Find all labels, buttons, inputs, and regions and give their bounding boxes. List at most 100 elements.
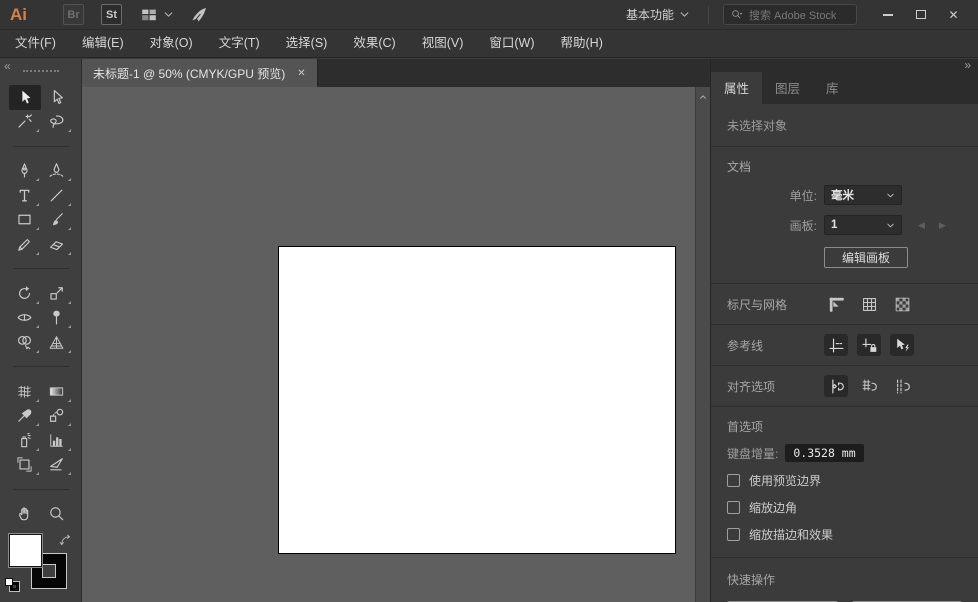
checkbox-2[interactable] xyxy=(727,528,740,541)
flyout-indicator xyxy=(68,129,71,132)
paintbrush-tool[interactable] xyxy=(41,208,73,233)
unit-select[interactable]: 毫米 xyxy=(824,185,902,205)
snap-to-point-button[interactable] xyxy=(824,375,848,397)
illustrator-window: Ai Br St 基本功能 搜索 Adobe Stock ✕ 文件(F)编辑(E… xyxy=(0,0,978,602)
panel-tab-2[interactable]: 库 xyxy=(813,72,852,104)
line-segment-tool[interactable] xyxy=(41,183,73,208)
search-placeholder: 搜索 Adobe Stock xyxy=(749,7,836,23)
default-fill-stroke-icon[interactable] xyxy=(5,578,21,592)
zoom-tool[interactable] xyxy=(41,502,73,527)
artboard-select[interactable]: 1 xyxy=(824,215,902,235)
vertical-scrollbar[interactable] xyxy=(695,87,710,602)
panel-tab-0[interactable]: 属性 xyxy=(711,72,762,104)
maximize-button[interactable] xyxy=(904,3,937,27)
scroll-up-icon[interactable] xyxy=(699,93,707,101)
workspace-switcher-icon[interactable] xyxy=(140,7,158,23)
show-grid-button[interactable] xyxy=(857,293,881,315)
pref-checkbox-row-0: 使用预览边界 xyxy=(727,472,962,489)
unit-label: 单位: xyxy=(727,187,817,204)
menubar-item-5[interactable]: 效果(C) xyxy=(340,30,408,57)
bridge-button[interactable]: Br xyxy=(63,4,84,25)
minimize-icon xyxy=(883,14,893,16)
transparency-grid-button[interactable] xyxy=(890,293,914,315)
lock-guides-button[interactable] xyxy=(857,334,881,356)
preferences-section: 首选项 键盘增量: 0.3528 mm 使用预览边界缩放边角缩放描边和效果 xyxy=(711,407,978,558)
pen-tool[interactable] xyxy=(9,159,41,184)
search-input[interactable]: 搜索 Adobe Stock xyxy=(723,4,857,25)
eraser-tool[interactable] xyxy=(41,232,73,257)
pencil-tool[interactable] xyxy=(9,232,41,257)
artboard[interactable] xyxy=(278,246,676,554)
slice-tool[interactable] xyxy=(41,453,73,478)
direct-selection-tool[interactable] xyxy=(41,85,73,110)
column-graph-tool[interactable] xyxy=(41,428,73,453)
close-tab-icon[interactable]: ✕ xyxy=(297,68,305,79)
mesh-tool[interactable] xyxy=(9,379,41,404)
panel-tab-1[interactable]: 图层 xyxy=(762,72,813,104)
smart-guides-button[interactable] xyxy=(890,334,914,356)
close-button[interactable]: ✕ xyxy=(937,3,970,27)
canvas[interactable] xyxy=(82,87,710,602)
magic-wand-tool[interactable] xyxy=(9,110,41,135)
type-tool[interactable] xyxy=(9,183,41,208)
gradient-tool[interactable] xyxy=(41,379,73,404)
symbol-sprayer-tool[interactable] xyxy=(9,428,41,453)
panel-tabstrip: » 属性图层库 xyxy=(711,59,978,104)
fill-swatch[interactable] xyxy=(9,534,42,567)
minimize-button[interactable] xyxy=(871,3,904,27)
curvature-tool[interactable] xyxy=(41,159,73,184)
collapse-tools-button[interactable]: « xyxy=(4,59,11,73)
selection-tool[interactable] xyxy=(9,85,41,110)
menubar-item-7[interactable]: 窗口(W) xyxy=(476,30,547,57)
menubar-item-1[interactable]: 编辑(E) xyxy=(69,30,137,57)
no-selection-label: 未选择对象 xyxy=(711,104,978,147)
illustrator-logo: Ai xyxy=(10,5,27,25)
chevron-down-icon xyxy=(679,9,690,20)
chevron-down-icon[interactable] xyxy=(163,9,174,20)
workspace-menu[interactable]: 基本功能 xyxy=(626,6,690,23)
width-tool[interactable] xyxy=(9,306,41,331)
shape-builder-tool[interactable] xyxy=(9,330,41,355)
artboard-tool[interactable] xyxy=(9,453,41,478)
document-tab-title: 未标题-1 @ 50% (CMYK/GPU 预览) xyxy=(93,65,285,82)
corner-ruler-button[interactable] xyxy=(824,293,848,315)
swap-fill-stroke-icon[interactable] xyxy=(59,534,72,547)
menubar-item-0[interactable]: 文件(F) xyxy=(2,30,69,57)
menubar-item-6[interactable]: 视图(V) xyxy=(409,30,477,57)
flyout-indicator xyxy=(36,350,39,353)
collapse-panel-button[interactable]: » xyxy=(964,59,971,71)
blend-tool[interactable] xyxy=(41,404,73,429)
stock-button[interactable]: St xyxy=(101,4,122,25)
puppet-warp-tool[interactable] xyxy=(41,306,73,331)
tools-panel-header: « xyxy=(0,59,81,83)
show-guides-button[interactable] xyxy=(824,334,848,356)
menubar-item-3[interactable]: 文字(T) xyxy=(206,30,273,57)
scale-tool[interactable] xyxy=(41,281,73,306)
menubar-item-8[interactable]: 帮助(H) xyxy=(548,30,616,57)
flyout-indicator xyxy=(36,448,39,451)
prev-artboard-button[interactable]: ◀ xyxy=(918,220,925,231)
hand-tool[interactable] xyxy=(9,502,41,527)
flyout-indicator xyxy=(68,301,71,304)
menubar-item-4[interactable]: 选择(S) xyxy=(273,30,341,57)
snap-to-pixel-button[interactable] xyxy=(890,375,914,397)
next-artboard-button[interactable]: ▶ xyxy=(939,220,946,231)
edit-artboard-button[interactable]: 编辑画板 xyxy=(824,247,908,268)
section-title-preferences: 首选项 xyxy=(727,418,962,435)
panel-grip[interactable] xyxy=(23,70,59,72)
document-tab[interactable]: 未标题-1 @ 50% (CMYK/GPU 预览) ✕ xyxy=(82,59,318,87)
menubar-item-2[interactable]: 对象(O) xyxy=(137,30,206,57)
rotate-tool[interactable] xyxy=(9,281,41,306)
eyedropper-tool[interactable] xyxy=(9,404,41,429)
tool-separator xyxy=(13,489,69,490)
gpu-performance-icon[interactable] xyxy=(190,6,208,24)
perspective-grid-tool[interactable] xyxy=(41,330,73,355)
checkbox-0[interactable] xyxy=(727,474,740,487)
snap-to-grid-button[interactable] xyxy=(857,375,881,397)
checkbox-1[interactable] xyxy=(727,501,740,514)
keyboard-increment-input[interactable]: 0.3528 mm xyxy=(785,444,863,462)
rectangle-tool[interactable] xyxy=(9,208,41,233)
lasso-tool[interactable] xyxy=(41,110,73,135)
flyout-indicator xyxy=(68,325,71,328)
flyout-indicator xyxy=(68,178,71,181)
